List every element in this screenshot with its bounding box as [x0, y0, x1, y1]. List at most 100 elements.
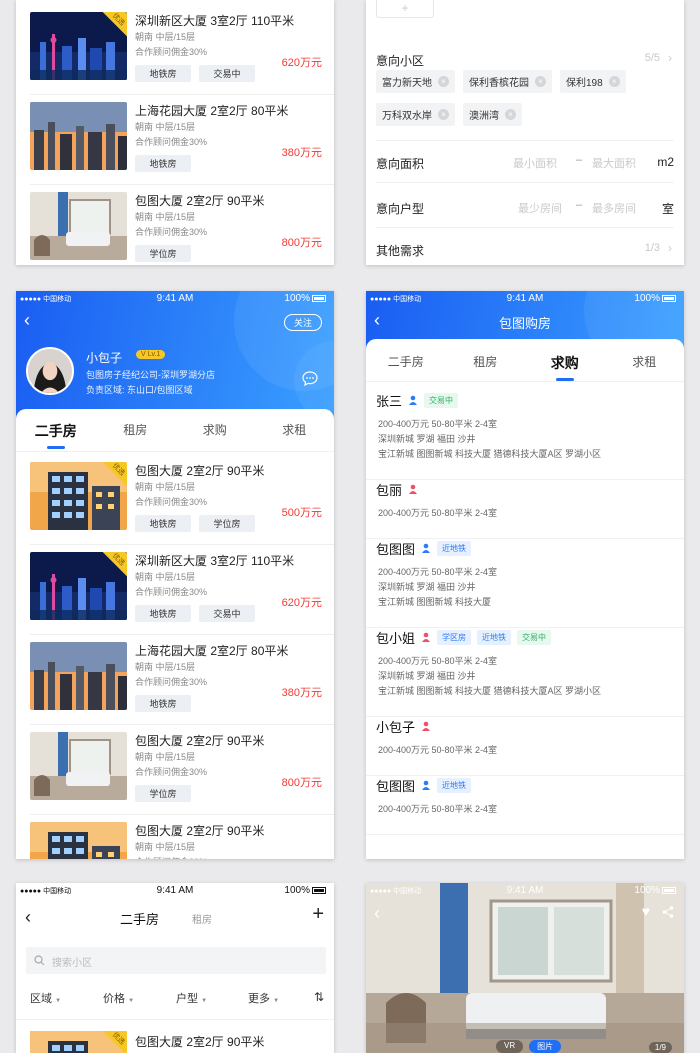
community-chip[interactable]: 保利198 × — [560, 70, 626, 93]
sort-icon[interactable]: ⇅ — [314, 990, 324, 1004]
request-tag: 交易中 — [517, 630, 552, 645]
request-item[interactable]: 包小姐 学区房 近地铁 交易中 200-400万元 50-80平米 2-4室 深圳新城 罗… — [366, 628, 684, 717]
filter-layout[interactable]: 户型 ▼ — [176, 990, 207, 1006]
tab-rent[interactable]: 租房 — [192, 911, 212, 926]
list-item[interactable]: 上海花园大厦 2室2厅 80平米 朝南 中层/15层 合作顾问佣金30% 地铁房 380… — [16, 102, 334, 192]
requester-name: 包图图 — [376, 779, 416, 794]
listing-meta: 朝南 中层/15层 — [135, 842, 196, 852]
request-item[interactable]: 包图图 近地铁 200-400万元 50-80平米 2-4室 — [366, 776, 684, 835]
listing-tags: 学位房 — [135, 785, 191, 802]
area-row[interactable]: 意向面积 最小面积 – 最大面积 m2 — [376, 143, 674, 183]
message-icon[interactable] — [302, 371, 318, 386]
list-item[interactable]: 包图大厦 2室2厅 90平米朝南 中层/15层合作顾问佣金30% — [16, 822, 334, 859]
add-icon[interactable]: + — [312, 903, 324, 926]
listing-thumbnail — [30, 102, 127, 170]
other-row[interactable]: 其他需求 1/3 › — [376, 230, 674, 265]
battery-icon — [662, 295, 676, 302]
close-icon[interactable]: × — [608, 76, 620, 87]
list-item[interactable]: 优选 深圳新区大厦 3室2厅 110平米 朝南 中层/15层 合作顾问佣金30% 地铁房… — [16, 552, 334, 642]
female-icon — [421, 719, 431, 734]
share-icon[interactable] — [662, 906, 674, 918]
tab-buy[interactable]: 求购 — [525, 353, 605, 381]
back-icon[interactable]: ‹ — [24, 311, 44, 331]
battery-text: 100% — [284, 885, 310, 896]
list-item[interactable]: 上海花园大厦 2室2厅 80平米 朝南 中层/15层 合作顾问佣金30% 地铁房 380… — [16, 642, 334, 732]
area-max-input[interactable]: 最大面积 — [592, 155, 636, 171]
listing-title: 包图大厦 2室2厅 90平米 — [135, 1035, 265, 1049]
tab-seek-rent[interactable]: 求租 — [255, 421, 335, 441]
status-bar: ●●●●● 中国移动 9:41 AM 100% — [16, 883, 334, 899]
listing-tag: 学位房 — [135, 245, 191, 262]
filter-price[interactable]: 价格 ▼ — [103, 990, 134, 1006]
community-chip[interactable]: 澳洲湾 × — [463, 103, 522, 126]
list-item[interactable]: 包图大厦 2室2厅 90平米 朝南 中层/15层 合作顾问佣金30% 学位房 800万元 — [16, 192, 334, 265]
avatar — [26, 347, 74, 395]
community-count: 5/5 — [644, 52, 660, 64]
filter-district[interactable]: 区域 ▼ — [30, 990, 61, 1006]
listing-meta: 朝南 中层/15层 — [135, 752, 196, 762]
list-item[interactable]: 包图大厦 2室2厅 90平米 朝南 中层/15层 合作顾问佣金30% 学位房 800万元 — [16, 732, 334, 822]
request-tag: 近地铁 — [437, 778, 472, 793]
listing-tag: 交易中 — [199, 605, 255, 622]
vr-button[interactable]: VR — [496, 1040, 524, 1053]
listing-thumbnail: 优选 — [30, 462, 127, 530]
filter-more[interactable]: 更多 ▼ — [248, 990, 279, 1006]
search-input[interactable]: 搜索小区 — [26, 947, 326, 974]
back-icon[interactable]: ‹ — [25, 907, 31, 928]
male-icon — [408, 393, 418, 408]
community-chip[interactable]: 万科双水岸 × — [376, 103, 455, 126]
request-item[interactable]: 包图图 近地铁 200-400万元 50-80平米 2-4室 深圳新城 罗湖 福田 沙… — [366, 539, 684, 628]
listing-commission: 合作顾问佣金30% — [135, 767, 208, 777]
chevron-right-icon: › — [668, 241, 672, 255]
profile-content: 二手房 租房 求购 求租 优选 包图大厦 2室2厅 90平米 朝南 中层/15层 合作… — [16, 409, 334, 859]
request-detail: 200-400万元 50-80平米 2-4室 — [378, 419, 498, 429]
request-item[interactable]: 张三 交易中 200-400万元 50-80平米 2-4室 深圳新城 罗湖 福田 沙井… — [366, 391, 684, 480]
caret-down-icon: ▼ — [55, 998, 62, 1004]
community-chip[interactable]: 富力新天地 × — [376, 70, 455, 93]
chip-label: 保利香槟花园 — [469, 78, 529, 89]
tab-secondhand[interactable]: 二手房 — [366, 353, 446, 373]
close-icon[interactable]: × — [535, 76, 546, 87]
tab-seek-rent[interactable]: 求租 — [605, 353, 685, 373]
photo-counter: 1/9 — [648, 1042, 672, 1053]
tab-secondhand[interactable]: 二手房 — [120, 909, 159, 928]
tab-secondhand[interactable]: 二手房 — [16, 421, 96, 449]
listing-tag: 地铁房 — [135, 515, 191, 532]
layout-max-input[interactable]: 最多房间 — [592, 200, 636, 216]
tab-buy[interactable]: 求购 — [175, 421, 255, 441]
agent-tabs: 二手房 租房 求购 求租 — [16, 421, 335, 449]
request-item[interactable]: 包丽 200-400万元 50-80平米 2-4室 — [366, 480, 684, 539]
other-count: 1/3 — [644, 242, 660, 254]
close-icon[interactable]: × — [438, 76, 449, 87]
listing-title: 包图大厦 2室2厅 90平米 — [135, 464, 265, 478]
listing-meta: 朝南 中层/15层 — [135, 122, 196, 132]
intent-form-panel: + 意向小区 5/5 › 富力新天地 × 保利香槟花园 × 保利198 × 万科双水岸 × 澳洲… — [366, 0, 684, 265]
community-chip[interactable]: 保利香槟花园 × — [463, 70, 552, 93]
close-icon[interactable]: × — [505, 109, 516, 120]
request-item[interactable]: 小包子 200-400万元 50-80平米 2-4室 — [366, 717, 684, 776]
female-icon — [408, 482, 418, 497]
listing-tag: 地铁房 — [135, 155, 191, 172]
tab-rent[interactable]: 租房 — [446, 353, 526, 373]
caret-down-icon: ▼ — [128, 998, 135, 1004]
heart-icon[interactable]: ♥ — [642, 903, 650, 919]
back-icon[interactable]: ‹ — [374, 903, 380, 924]
page-title: 包图购房 — [498, 316, 551, 331]
listing-commission: 合作顾问佣金30% — [135, 227, 208, 237]
list-item[interactable]: 优选 包图大厦 2室2厅 90平米 — [16, 1031, 334, 1053]
request-detail: 宝江新城 图图新城 科技大厦 猎德科技大厦A区 罗湖小区 — [378, 686, 602, 696]
listing-title: 深圳新区大厦 3室2厅 110平米 — [135, 14, 295, 28]
list-item[interactable]: 优选 包图大厦 2室2厅 90平米 朝南 中层/15层 合作顾问佣金30% 地铁房 学位房… — [16, 462, 334, 552]
list-item[interactable]: 优选 深圳新区大厦 3室2厅 110平米 朝南 中层/15层 合作顾问佣金30% 地铁房… — [16, 12, 334, 102]
layout-row[interactable]: 意向户型 最少房间 – 最多房间 室 — [376, 188, 674, 228]
requester-name: 张三 — [376, 394, 403, 409]
add-button[interactable]: + — [376, 0, 434, 18]
tab-rent[interactable]: 租房 — [96, 421, 176, 441]
photo-button[interactable]: 图片 — [529, 1040, 562, 1053]
layout-min-input[interactable]: 最少房间 — [518, 200, 562, 216]
area-min-input[interactable]: 最小面积 — [513, 155, 557, 171]
close-icon[interactable]: × — [438, 109, 449, 120]
follow-button[interactable]: 关注 — [283, 314, 322, 331]
level-badge: V Lv.1 — [136, 350, 166, 359]
request-detail: 200-400万元 50-80平米 2-4室 — [378, 508, 498, 518]
